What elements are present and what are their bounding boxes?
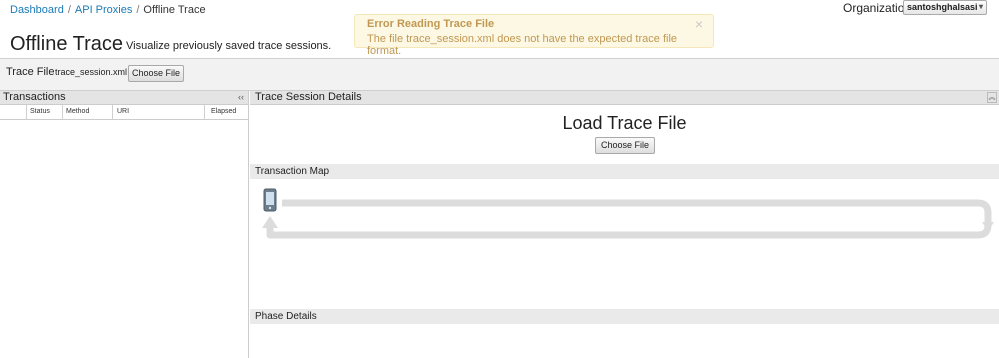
transaction-map bbox=[250, 185, 999, 245]
organization-label: Organization bbox=[843, 1, 912, 15]
phase-details-header: Phase Details bbox=[250, 309, 999, 324]
mobile-device-icon bbox=[263, 188, 277, 212]
load-trace-title: Load Trace File bbox=[562, 113, 687, 133]
transactions-header: Transactions ‹‹ bbox=[0, 91, 248, 105]
expand-icon[interactable]: ︽ bbox=[987, 92, 997, 103]
collapse-icon[interactable]: ‹‹ bbox=[236, 92, 246, 103]
trace-file-name: trace_session.xml bbox=[55, 67, 128, 77]
column-method[interactable]: Method bbox=[66, 108, 89, 115]
trace-file-label: Trace File bbox=[6, 66, 55, 78]
column-divider bbox=[26, 105, 27, 119]
chevron-down-icon: ▾ bbox=[978, 2, 983, 11]
breadcrumb-separator: / bbox=[136, 4, 140, 16]
breadcrumb-api-proxies-link[interactable]: API Proxies bbox=[75, 4, 132, 16]
trace-file-toolbar: Trace File trace_session.xml Choose File bbox=[0, 58, 999, 91]
transactions-column-header: Status Method URI Elapsed bbox=[0, 105, 248, 120]
error-alert: Error Reading Trace File The file trace_… bbox=[354, 14, 714, 57]
column-divider bbox=[204, 105, 205, 119]
breadcrumb-separator: / bbox=[67, 4, 71, 16]
organization-select[interactable]: santoshghalsasi ▾ bbox=[903, 0, 987, 15]
column-divider bbox=[112, 105, 113, 119]
error-title: Error Reading Trace File bbox=[367, 18, 495, 30]
trace-session-title: Trace Session Details bbox=[255, 91, 362, 103]
page-title: Offline Trace bbox=[10, 33, 124, 55]
error-message: The file trace_session.xml does not have… bbox=[367, 33, 678, 57]
transactions-title: Transactions bbox=[3, 91, 66, 103]
transaction-map-header: Transaction Map bbox=[250, 164, 999, 179]
trace-session-panel: Trace Session Details ︽ Load Trace File … bbox=[250, 91, 999, 358]
column-uri[interactable]: URI bbox=[117, 108, 129, 115]
transactions-panel: Transactions ‹‹ Status Method URI Elapse… bbox=[0, 91, 249, 358]
page-subtitle: Visualize previously saved trace session… bbox=[126, 40, 332, 52]
breadcrumb-dashboard-link[interactable]: Dashboard bbox=[10, 4, 64, 16]
request-response-flow bbox=[262, 199, 994, 239]
breadcrumb-current: Offline Trace bbox=[143, 4, 206, 16]
column-divider bbox=[62, 105, 63, 119]
organization-value: santoshghalsasi bbox=[907, 2, 978, 12]
trace-session-header: Trace Session Details ︽ bbox=[250, 91, 999, 105]
load-choose-file-button[interactable]: Choose File bbox=[595, 137, 655, 154]
breadcrumb: Dashboard / API Proxies / Offline Trace bbox=[10, 4, 206, 16]
choose-file-button[interactable]: Choose File bbox=[128, 65, 184, 82]
column-status[interactable]: Status bbox=[30, 108, 50, 115]
column-elapsed[interactable]: Elapsed bbox=[211, 108, 236, 115]
close-icon[interactable]: × bbox=[695, 16, 703, 32]
